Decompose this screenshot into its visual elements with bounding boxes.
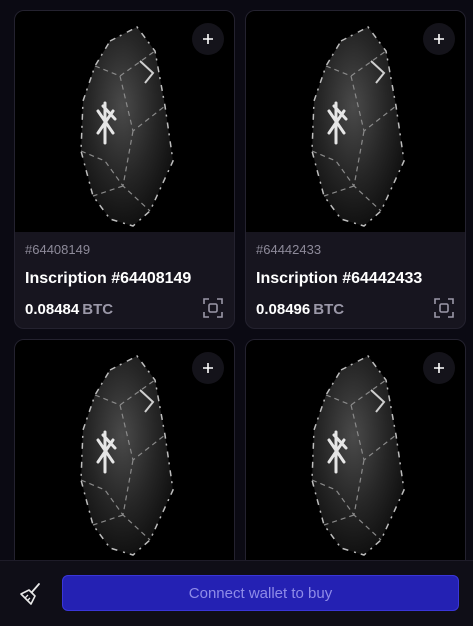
inscription-card[interactable] — [245, 339, 466, 560]
add-to-cart-button[interactable] — [423, 23, 455, 55]
scan-icon[interactable] — [433, 297, 455, 319]
price-value: 0.08484 — [25, 301, 80, 318]
add-to-cart-button[interactable] — [192, 352, 224, 384]
add-to-cart-button[interactable] — [423, 352, 455, 384]
price: 0.08496 BTC — [256, 301, 344, 318]
inscription-card[interactable] — [14, 339, 235, 560]
plus-icon — [434, 363, 444, 373]
bottom-action-bar: Connect wallet to buy — [0, 560, 473, 626]
inscription-number: #64408149 — [25, 242, 91, 257]
plus-icon — [434, 34, 444, 44]
inscription-card[interactable]: #64408149 Inscription #64408149 0.08484 B… — [14, 10, 235, 329]
connect-wallet-button[interactable]: Connect wallet to buy — [62, 575, 459, 611]
inscription-name[interactable]: Inscription #64442433 — [256, 270, 422, 288]
inscription-card[interactable]: #64442433 Inscription #64442433 0.08496 B… — [245, 10, 466, 329]
card-details: #64408149 Inscription #64408149 0.08484 B… — [15, 232, 234, 328]
broom-icon[interactable] — [18, 581, 44, 607]
price-currency: BTC — [82, 301, 114, 318]
price-value: 0.08496 — [256, 301, 311, 318]
price: 0.08484 BTC — [25, 301, 113, 318]
plus-icon — [203, 363, 213, 373]
card-details: #64442433 Inscription #64442433 0.08496 B… — [246, 232, 465, 328]
add-to-cart-button[interactable] — [192, 23, 224, 55]
price-currency: BTC — [313, 301, 345, 318]
inscription-number: #64442433 — [256, 242, 322, 257]
plus-icon — [203, 34, 213, 44]
scan-icon[interactable] — [202, 297, 224, 319]
inscription-name[interactable]: Inscription #64408149 — [25, 270, 191, 288]
inscription-grid: #64408149 Inscription #64408149 0.08484 B… — [0, 0, 473, 560]
